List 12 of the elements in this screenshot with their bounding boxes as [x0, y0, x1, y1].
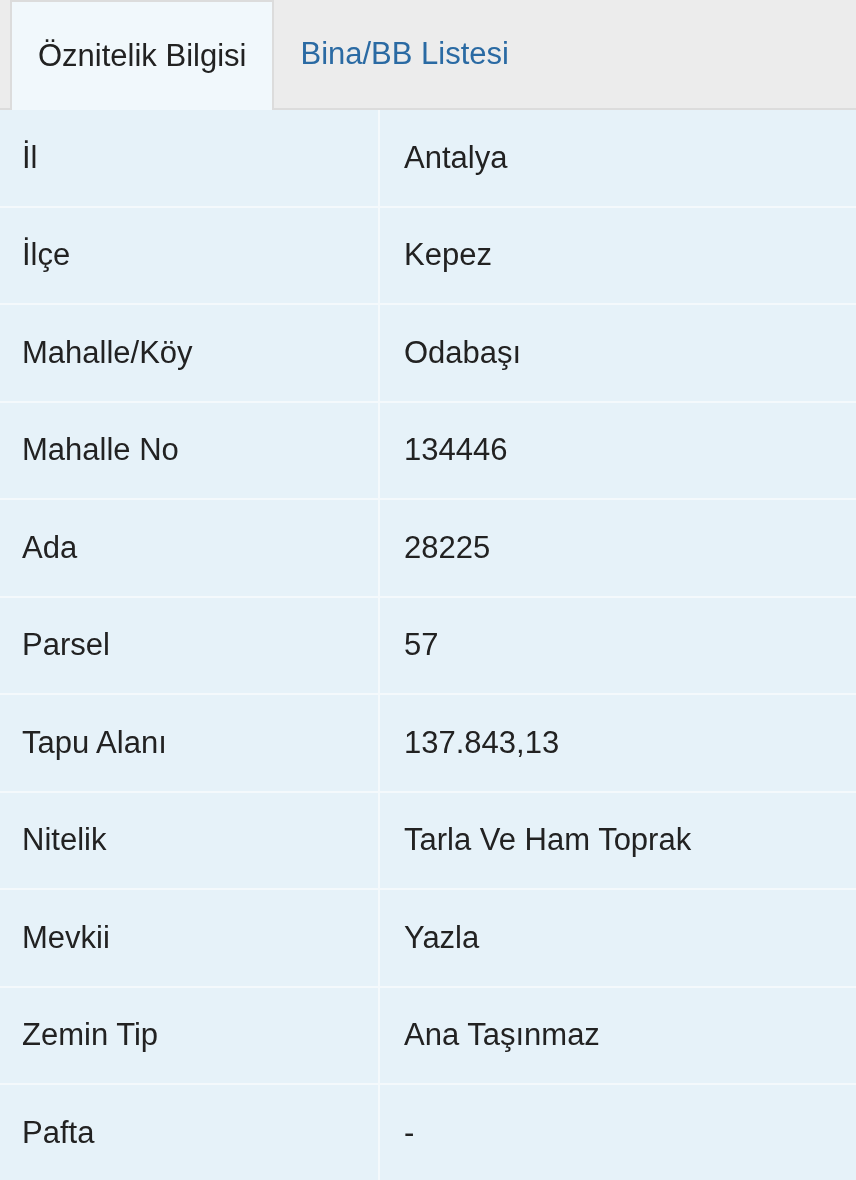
field-value: Ana Taşınmaz — [378, 987, 856, 1085]
field-value: 28225 — [378, 500, 856, 598]
field-value: 134446 — [378, 402, 856, 500]
tab[interactable]: Öznitelik Bilgisi — [10, 0, 275, 110]
field-value: Antalya — [378, 110, 856, 208]
field-value: Yazla — [378, 890, 856, 988]
field-value: 137.843,13 — [378, 695, 856, 793]
field-value: Kepez — [378, 207, 856, 305]
tab[interactable]: Bina/BB Listesi — [274, 0, 535, 108]
field-value: 57 — [378, 597, 856, 695]
field-value: Odabaşı — [378, 305, 856, 403]
field-value: Tarla Ve Ham Toprak — [378, 792, 856, 890]
